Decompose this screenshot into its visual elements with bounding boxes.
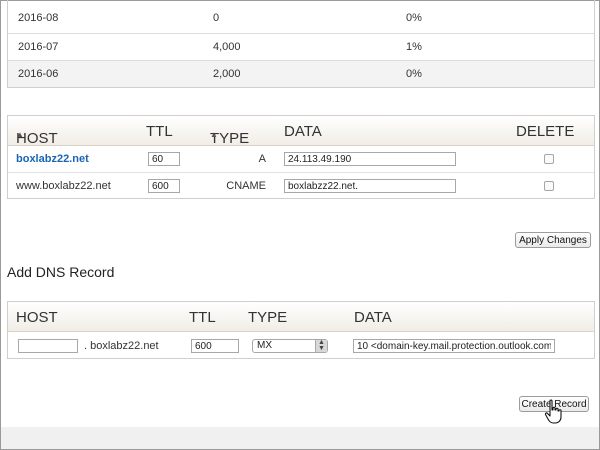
ttl-input[interactable] [191,339,239,353]
delete-column-header: DELETE [516,123,575,140]
usage-month: 2016-07 [18,41,59,53]
usage-month: 2016-08 [18,11,59,24]
record-type: CNAME [226,180,266,192]
host-input[interactable] [18,339,78,353]
host-column-header: HOST [16,309,58,326]
usage-table: 2016-08 0 0% 2016-07 4,000 1% 2016-06 2,… [7,0,595,88]
ttl-column-header: TTL [189,309,216,326]
record-type: A [258,153,266,165]
add-record-row: . boxlabz22.net MX ▲▼ [8,332,594,358]
ttl-column-header: TTL [146,123,173,140]
add-record-table: HOST TTL TYPE DATA . boxlabz22.net MX ▲▼ [7,301,595,359]
table-row: 2016-07 4,000 1% [8,33,594,60]
usage-month: 2016-06 [18,68,59,80]
host-link[interactable]: boxlabz22.net [16,153,89,165]
table-row: www.boxlabz22.net CNAME [8,172,594,198]
add-record-title: Add DNS Record [7,264,115,280]
data-input[interactable] [284,179,456,193]
add-table-header: HOST TTL TYPE DATA [8,302,594,332]
delete-checkbox[interactable] [544,181,554,191]
apply-changes-button[interactable]: Apply Changes [515,232,591,248]
type-selected-value: MX [257,340,272,351]
table-row: 2016-06 2,000 0% [8,60,594,87]
select-arrows-icon: ▲ ▼ [315,339,327,352]
bottom-strip [1,427,599,449]
sort-arrows-icon[interactable]: ▲ [210,130,218,139]
data-input[interactable] [353,339,555,353]
domain-suffix: . boxlabz22.net [84,340,159,352]
usage-percent: 0% [406,68,422,80]
table-row: 2016-08 0 0% [8,0,594,33]
host-text: www.boxlabz22.net [16,180,111,192]
dns-records-table: HOST ▲ TTL TYPE ▲ DATA DELETE boxlabz22.… [7,115,595,199]
usage-count: 0 [213,11,220,24]
sort-arrows-icon[interactable]: ▲ [16,130,24,139]
ttl-input[interactable] [148,179,180,193]
hand-pointer-icon [544,399,562,424]
type-column-header: TYPE [248,309,288,326]
ttl-input[interactable] [148,152,180,166]
data-column-header: DATA [284,123,322,140]
table-row: boxlabz22.net A [8,146,594,172]
usage-percent: 0% [406,11,422,24]
type-select[interactable]: MX ▲ ▼ [252,339,328,353]
dns-table-header: HOST ▲ TTL TYPE ▲ DATA DELETE [8,116,594,147]
delete-checkbox[interactable] [544,154,554,164]
usage-count: 4,000 [213,41,241,53]
data-input[interactable] [284,152,456,166]
data-column-header: DATA [354,309,392,326]
usage-percent: 1% [406,41,422,53]
usage-count: 2,000 [213,68,241,80]
